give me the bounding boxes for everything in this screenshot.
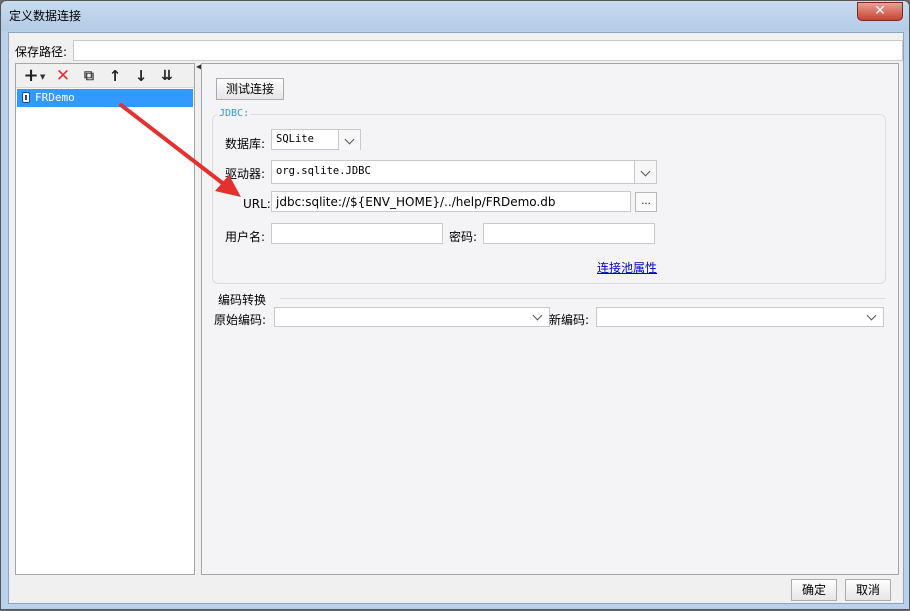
url-browse-button[interactable]: ...: [635, 192, 657, 212]
move-down-icon[interactable]: ↓: [130, 66, 152, 86]
database-dropdown-arrow[interactable]: [338, 130, 360, 150]
test-connection-button[interactable]: 测试连接: [216, 78, 284, 100]
close-button[interactable]: ✕: [857, 2, 903, 21]
original-encoding-label: 原始编码:: [214, 313, 267, 327]
chevron-down-icon: [532, 310, 543, 321]
delete-icon[interactable]: ✕: [52, 66, 74, 86]
dialog-window: 定义数据连接 ✕ 保存路径: + ▼ ✕ ⧉ ↑ ↓ ⇊ FRDemo ◀ 测试…: [0, 0, 910, 610]
database-select[interactable]: SQLite: [271, 129, 361, 150]
url-value: jdbc:sqlite://${ENV_HOME}/../help/FRDemo…: [276, 195, 556, 209]
jdbc-legend: JDBC:: [217, 108, 252, 119]
driver-select[interactable]: org.sqlite.JDBC: [271, 160, 657, 184]
add-connection-button[interactable]: +: [20, 66, 42, 86]
driver-dropdown-arrow[interactable]: [634, 161, 656, 183]
connection-item-frdemo[interactable]: FRDemo: [17, 89, 193, 107]
connection-settings-panel: 测试连接 JDBC: 数据库: SQLite 驱动器: org.sqlite.J…: [201, 63, 899, 575]
cancel-button[interactable]: 取消: [845, 579, 891, 601]
url-input[interactable]: jdbc:sqlite://${ENV_HOME}/../help/FRDemo…: [271, 191, 631, 212]
original-encoding-dropdown-arrow[interactable]: [527, 308, 549, 326]
new-encoding-label: 新编码:: [549, 313, 590, 327]
jdbc-group: JDBC: 数据库: SQLite 驱动器: org.sqlite.JDBC U…: [212, 108, 886, 284]
driver-label: 驱动器:: [225, 167, 266, 181]
copy-icon[interactable]: ⧉: [78, 66, 100, 86]
sort-icon[interactable]: ⇊: [156, 66, 178, 86]
add-dropdown-caret-icon[interactable]: ▼: [40, 73, 45, 81]
database-select-value: SQLite: [276, 133, 314, 145]
chevron-down-icon: [866, 310, 877, 321]
ok-button[interactable]: 确定: [791, 579, 837, 601]
save-path-label: 保存路径:: [15, 45, 68, 59]
username-label: 用户名:: [225, 230, 266, 244]
connection-toolbar: + ▼ ✕ ⧉ ↑ ↓ ⇊: [16, 64, 194, 88]
move-up-icon[interactable]: ↑: [104, 66, 126, 86]
password-label: 密码:: [449, 230, 478, 244]
save-path-input[interactable]: [73, 40, 903, 61]
encoding-divider: [280, 298, 886, 299]
database-icon: [22, 92, 30, 103]
title-bar[interactable]: 定义数据连接 ✕: [1, 1, 909, 31]
new-encoding-select[interactable]: [596, 307, 884, 327]
password-input[interactable]: [483, 223, 655, 244]
original-encoding-select[interactable]: [274, 307, 550, 327]
chevron-down-icon: [344, 134, 355, 145]
chevron-down-icon: [640, 166, 651, 177]
url-label: URL:: [243, 197, 271, 211]
close-icon: ✕: [874, 3, 886, 19]
window-title: 定义数据连接: [9, 9, 82, 23]
connection-list-panel: + ▼ ✕ ⧉ ↑ ↓ ⇊ FRDemo: [15, 63, 195, 575]
dialog-body: 保存路径: + ▼ ✕ ⧉ ↑ ↓ ⇊ FRDemo ◀ 测试连接 JDBC: …: [8, 32, 904, 604]
connection-pool-link[interactable]: 连接池属性: [597, 259, 657, 276]
username-input[interactable]: [271, 223, 443, 244]
driver-select-value: org.sqlite.JDBC: [276, 165, 371, 177]
connection-item-label: FRDemo: [35, 91, 75, 104]
encoding-section-title: 编码转换: [218, 293, 267, 307]
new-encoding-dropdown-arrow[interactable]: [861, 308, 883, 326]
database-label: 数据库:: [225, 137, 266, 151]
